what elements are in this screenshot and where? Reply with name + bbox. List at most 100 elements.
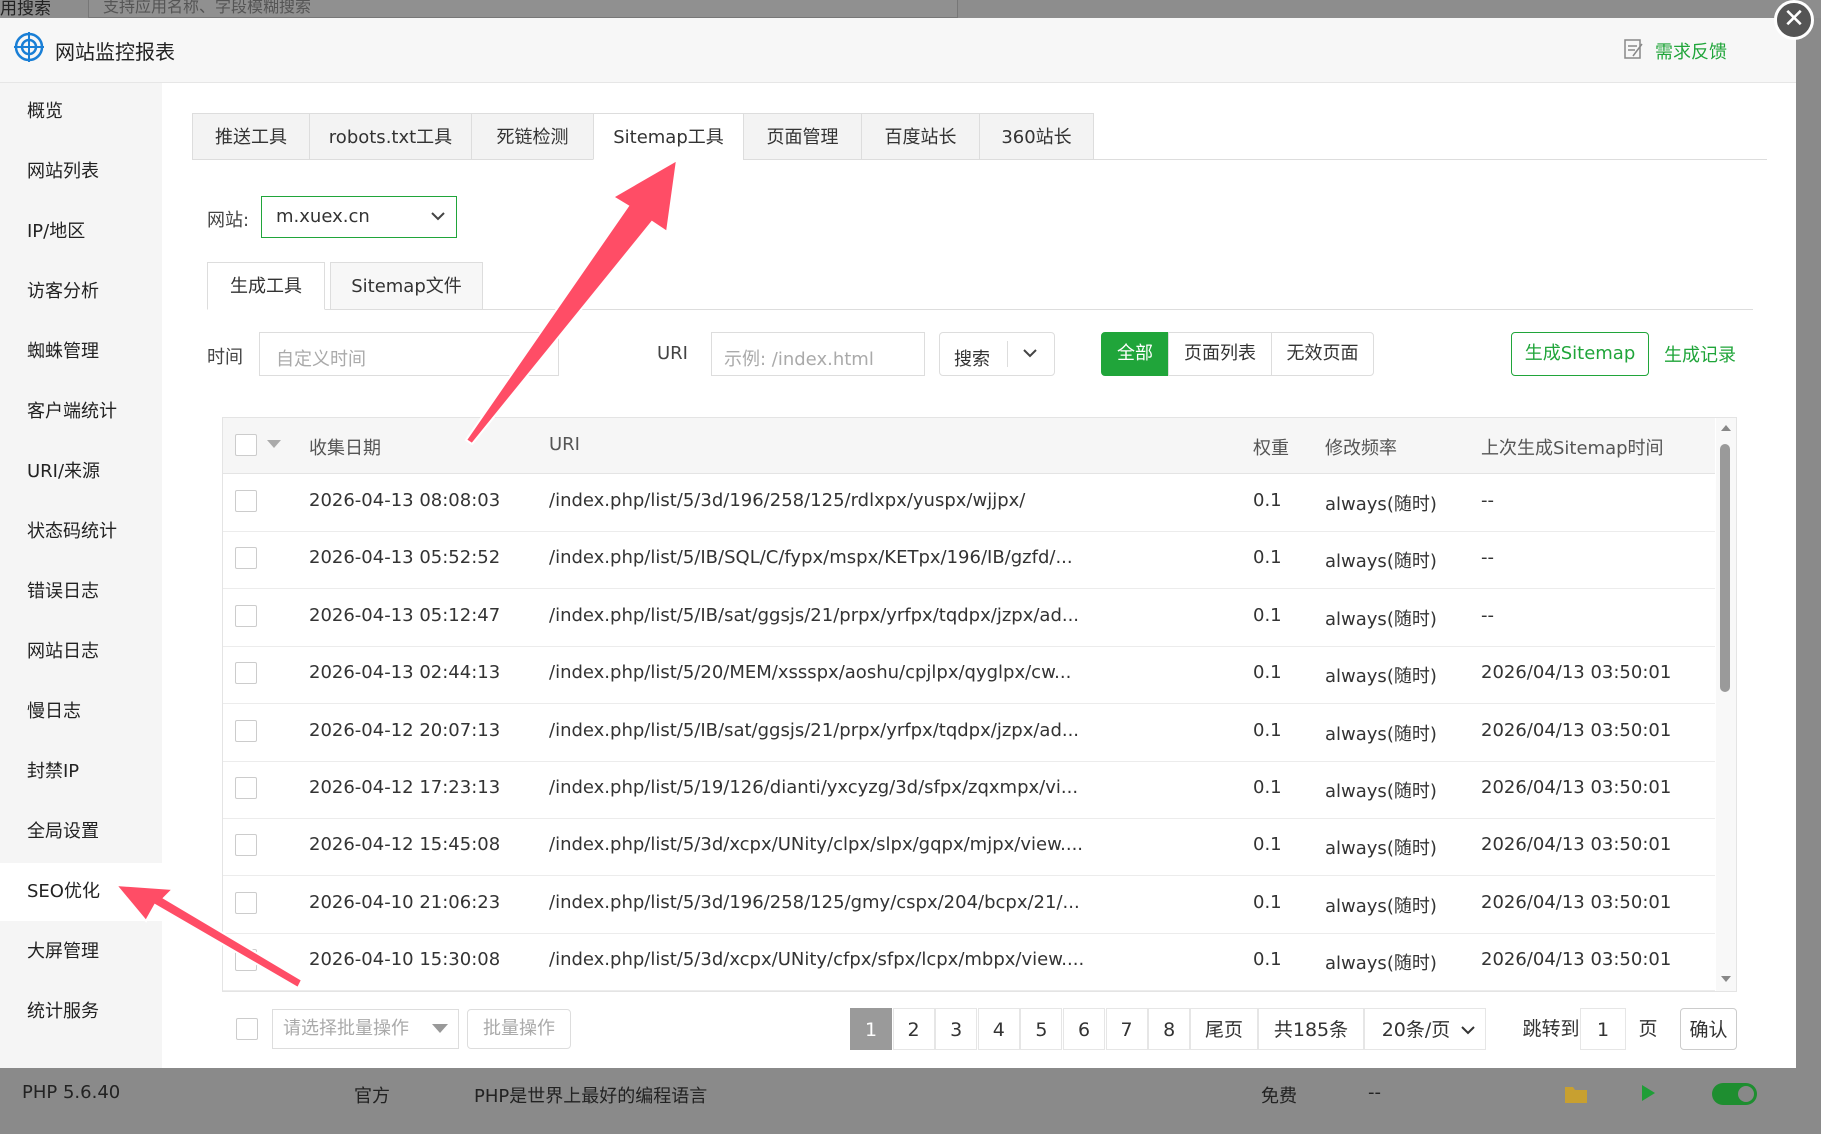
cell-freq: always(随时): [1325, 551, 1437, 573]
page-2[interactable]: 2: [892, 1008, 935, 1050]
tab-1[interactable]: robots.txt工具: [309, 113, 472, 160]
page-8[interactable]: 8: [1148, 1008, 1191, 1050]
status-toggle[interactable]: [1712, 1083, 1757, 1105]
page-7[interactable]: 7: [1105, 1008, 1148, 1050]
row-checkbox[interactable]: [235, 834, 257, 857]
search-button[interactable]: 搜索: [939, 332, 1055, 376]
table-row: 2026-04-10 21:06:23/index.php/list/5/3d/…: [223, 876, 1715, 934]
sidebar-item-6[interactable]: URI/来源: [0, 443, 162, 501]
segment-1[interactable]: 页面列表: [1168, 332, 1272, 376]
per-page-select[interactable]: 20条/页: [1364, 1008, 1486, 1050]
sidebar-item-13[interactable]: SEO优化: [0, 863, 162, 921]
sidebar-item-3[interactable]: 访客分析: [0, 263, 162, 321]
row-checkbox[interactable]: [235, 719, 257, 742]
row-checkbox[interactable]: [235, 490, 257, 512]
cell-last: 2026/04/13 03:50:01: [1481, 891, 1672, 913]
modal-header: 网站监控报表 需求反馈: [0, 18, 1796, 83]
row-checkbox[interactable]: [235, 547, 257, 570]
chevron-down-icon[interactable]: [1022, 347, 1038, 361]
subtab-1[interactable]: Sitemap文件: [330, 262, 483, 310]
footer-select-checkbox[interactable]: [236, 1018, 258, 1040]
cell-weight: 0.1: [1253, 891, 1282, 913]
jump-input[interactable]: 1: [1580, 1008, 1626, 1050]
page-unit-label: 页: [1628, 1008, 1668, 1050]
page-1[interactable]: 1: [850, 1008, 892, 1050]
col-date: 收集日期: [309, 438, 381, 459]
cell-freq: always(随时): [1325, 666, 1437, 688]
cell-last: 2026/04/13 03:50:01: [1481, 662, 1672, 684]
feedback-icon[interactable]: [1624, 38, 1644, 60]
col-weight: 权重: [1253, 438, 1289, 459]
background-search-input: 支持应用名称、字段模糊搜索: [88, 0, 958, 18]
table-row: 2026-04-13 05:12:47/index.php/list/5/IB/…: [223, 589, 1715, 647]
page-5[interactable]: 5: [1020, 1008, 1063, 1050]
row-checkbox[interactable]: [235, 662, 257, 685]
generate-record-link[interactable]: 生成记录: [1664, 341, 1736, 367]
last-page-button[interactable]: 尾页: [1190, 1008, 1258, 1050]
sidebar-item-4[interactable]: 蜘蛛管理: [0, 323, 162, 381]
tab-2[interactable]: 死链检测: [471, 113, 594, 160]
batch-operation-select[interactable]: 请选择批量操作: [272, 1009, 459, 1049]
caret-down-icon: [432, 1024, 448, 1033]
feedback-link[interactable]: 需求反馈: [1655, 38, 1727, 64]
cell-uri: /index.php/list/5/IB/sat/ggsjs/21/prpx/y…: [549, 719, 1080, 741]
generate-sitemap-button[interactable]: 生成Sitemap: [1511, 332, 1649, 376]
sidebar-item-2[interactable]: IP/地区: [0, 203, 162, 261]
monitor-logo-icon: [14, 32, 44, 62]
chevron-down-icon: [1461, 1026, 1475, 1035]
sidebar-item-0[interactable]: 概览: [0, 83, 162, 141]
sidebar-item-10[interactable]: 慢日志: [0, 683, 162, 741]
sidebar-item-8[interactable]: 错误日志: [0, 563, 162, 621]
tab-0[interactable]: 推送工具: [192, 113, 310, 160]
chevron-down-icon: [535, 351, 547, 359]
cell-last: --: [1481, 490, 1494, 511]
sidebar-item-1[interactable]: 网站列表: [0, 143, 162, 201]
report-modal: 网站监控报表 需求反馈 概览 网站列表 IP/地区 访客分析 蜘蛛管理 客户端统计 URI/…: [0, 18, 1796, 1068]
segment-2[interactable]: 无效页面: [1271, 332, 1374, 376]
time-range-input[interactable]: 自定义时间: [259, 332, 559, 376]
uri-input[interactable]: 示例: /index.html: [711, 332, 925, 376]
tab-6[interactable]: 360站长: [979, 113, 1094, 160]
batch-operation-button[interactable]: 批量操作: [467, 1009, 571, 1049]
cell-uri: /index.php/list/5/IB/SQL/C/fypx/mspx/KET…: [549, 547, 1073, 569]
sidebar-item-14[interactable]: 大屏管理: [0, 923, 162, 981]
sidebar-item-7[interactable]: 状态码统计: [0, 503, 162, 561]
sidebar-item-12[interactable]: 全局设置: [0, 803, 162, 861]
site-select[interactable]: m.xuex.cn: [261, 196, 457, 238]
cell-freq: always(随时): [1325, 953, 1437, 975]
bg-php-desc: PHP是世界上最好的编程语言: [474, 1086, 708, 1107]
background-search-bar: 用搜索 支持应用名称、字段模糊搜索: [0, 0, 1821, 19]
row-checkbox[interactable]: [235, 777, 257, 799]
scrollbar-thumb[interactable]: [1720, 444, 1730, 692]
tab-4[interactable]: 页面管理: [743, 113, 862, 160]
bg-php-dev: 官方: [354, 1086, 390, 1107]
sidebar-item-15[interactable]: 统计服务: [0, 983, 162, 1041]
table-row: 2026-04-13 08:08:03/index.php/list/5/3d/…: [223, 474, 1715, 532]
scroll-up-icon[interactable]: [1720, 424, 1732, 432]
row-checkbox[interactable]: [235, 604, 257, 627]
page-4[interactable]: 4: [977, 1008, 1020, 1050]
col-last-generated: 上次生成Sitemap时间: [1481, 438, 1664, 459]
table-header: 收集日期 URI 权重 修改频率 上次生成Sitemap时间: [223, 418, 1715, 474]
page-3[interactable]: 3: [935, 1008, 978, 1050]
row-checkbox[interactable]: [235, 949, 257, 972]
sidebar-item-11[interactable]: 封禁IP: [0, 743, 162, 801]
play-icon[interactable]: [1640, 1083, 1656, 1103]
cell-uri: /index.php/list/5/3d/196/258/125/rdlxpx/…: [549, 490, 1026, 511]
folder-icon[interactable]: [1564, 1084, 1588, 1104]
row-checkbox[interactable]: [235, 891, 257, 914]
close-icon[interactable]: ✕: [1774, 0, 1814, 40]
segment-0[interactable]: 全部: [1101, 332, 1169, 376]
sidebar-item-9[interactable]: 网站日志: [0, 623, 162, 681]
select-all-checkbox[interactable]: [235, 434, 257, 456]
background-search-label: 用搜索: [0, 0, 51, 19]
cell-uri: /index.php/list/5/3d/xcpx/UNity/cfpx/sfp…: [549, 949, 1085, 971]
page-6[interactable]: 6: [1063, 1008, 1105, 1050]
jump-confirm-button[interactable]: 确认: [1680, 1008, 1737, 1050]
sidebar-item-5[interactable]: 客户端统计: [0, 383, 162, 441]
caret-down-icon[interactable]: [267, 440, 281, 450]
subtab-0[interactable]: 生成工具: [207, 262, 325, 310]
tab-5[interactable]: 百度站长: [861, 113, 980, 160]
tab-3[interactable]: Sitemap工具: [593, 113, 744, 160]
scroll-down-icon[interactable]: [1720, 975, 1732, 983]
